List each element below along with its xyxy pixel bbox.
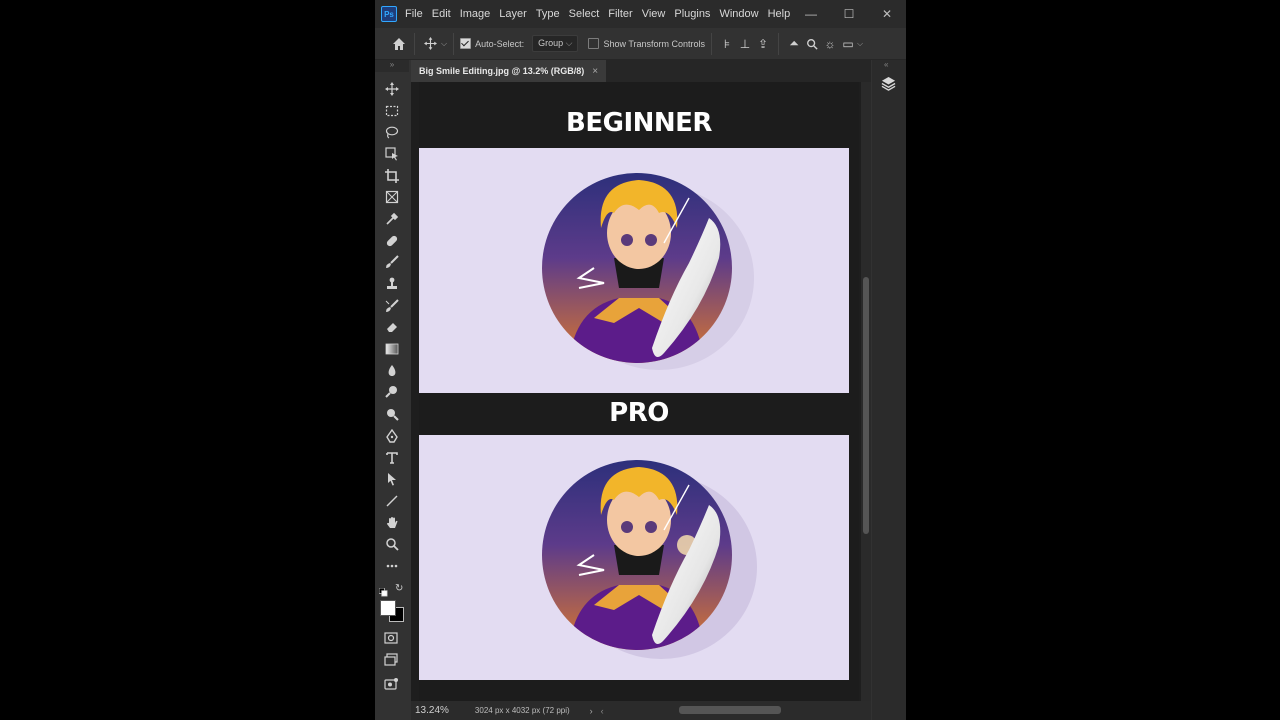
collapse-panels-icon[interactable]: «: [884, 60, 888, 69]
marquee-tool-icon[interactable]: [379, 100, 405, 122]
share-icon[interactable]: ⇪: [754, 35, 772, 53]
show-transform-checkbox[interactable]: [588, 38, 600, 49]
line-tool-icon[interactable]: [379, 490, 405, 512]
photoshop-window: Ps File Edit Image Layer Type Select Fil…: [375, 0, 906, 720]
document-dimensions: 3024 px x 4032 px (72 ppi): [474, 706, 570, 715]
pro-sticker-panel: [419, 435, 849, 680]
menu-filter[interactable]: Filter: [608, 8, 632, 20]
show-transform-label: Show Transform Controls: [603, 38, 706, 49]
scroll-left-icon[interactable]: ‹: [601, 706, 604, 716]
tab-title: Big Smile Editing.jpg @ 13.2% (RGB/8): [419, 66, 585, 76]
align-icon[interactable]: ⊧: [718, 35, 736, 53]
gradient-tool-icon[interactable]: [379, 338, 405, 360]
window-controls: — ☐ ✕: [792, 0, 906, 28]
group-select-value: Group: [538, 38, 564, 48]
beginner-sticker-panel: [419, 148, 849, 393]
menu-layer[interactable]: Layer: [499, 8, 527, 20]
distribute-icon[interactable]: ⊥: [736, 35, 754, 53]
object-select-tool-icon[interactable]: [379, 143, 405, 165]
more-tools-icon[interactable]: [379, 555, 405, 577]
path-select-tool-icon[interactable]: [379, 468, 405, 490]
maximize-button[interactable]: ☐: [830, 7, 868, 21]
menu-view[interactable]: View: [642, 8, 666, 20]
pen-tool-icon[interactable]: [379, 425, 405, 447]
default-colors-icon[interactable]: [378, 584, 388, 597]
status-menu-arrow-icon[interactable]: ›: [590, 706, 593, 716]
chevron-down-icon[interactable]: ⌵: [857, 39, 863, 49]
document-canvas[interactable]: BEGINNER PRO: [419, 82, 859, 701]
blur-tool-icon[interactable]: [379, 360, 405, 382]
menu-image[interactable]: Image: [460, 8, 491, 20]
3d-mode-icon[interactable]: ⏶: [785, 35, 803, 53]
share-image-icon[interactable]: [384, 677, 398, 696]
menu-plugins[interactable]: Plugins: [674, 8, 710, 20]
screen-mode-icon[interactable]: [384, 653, 398, 672]
lasso-tool-icon[interactable]: [379, 121, 405, 143]
eyedropper-tool-icon[interactable]: [379, 208, 405, 230]
layers-panel-icon[interactable]: [881, 76, 896, 96]
toolbar-collapse-handle[interactable]: »: [375, 60, 409, 72]
vertical-scrollbar[interactable]: [861, 82, 871, 701]
canvas-area[interactable]: BEGINNER PRO: [411, 82, 861, 701]
crop-tool-icon[interactable]: [379, 165, 405, 187]
eraser-tool-icon[interactable]: [379, 317, 405, 339]
auto-select-target-select[interactable]: Group ⌵: [532, 35, 579, 52]
type-tool-icon[interactable]: [379, 447, 405, 469]
menu-help[interactable]: Help: [768, 8, 791, 20]
toolbar: [379, 78, 405, 577]
foreground-color-swatch[interactable]: [380, 600, 396, 616]
chevron-down-icon[interactable]: ⌵: [441, 39, 447, 49]
tab-big-smile-editing[interactable]: Big Smile Editing.jpg @ 13.2% (RGB/8) ×: [411, 60, 607, 82]
minimize-button[interactable]: —: [792, 7, 830, 21]
beginner-sticker-image: [542, 173, 754, 370]
divider: [711, 32, 713, 55]
menu-type[interactable]: Type: [536, 8, 560, 20]
quick-mask-icon[interactable]: [384, 631, 398, 650]
move-tool-icon[interactable]: [379, 78, 405, 100]
auto-select-checkbox[interactable]: [460, 38, 472, 49]
divider: [414, 32, 415, 55]
home-icon[interactable]: [390, 35, 408, 53]
zoom-level[interactable]: 13.24%: [415, 705, 449, 716]
brush-tool-icon[interactable]: [379, 252, 405, 274]
frame-tool-icon[interactable]: [379, 186, 405, 208]
hand-tool-icon[interactable]: [379, 512, 405, 534]
menu-window[interactable]: Window: [719, 8, 758, 20]
auto-select-label: Auto-Select:: [475, 38, 525, 49]
divider: [453, 32, 455, 55]
zoom-tool-icon[interactable]: [379, 533, 405, 555]
photoshop-logo-icon: Ps: [381, 6, 397, 22]
horizontal-scroll-thumb[interactable]: [679, 706, 781, 714]
workspace-icon[interactable]: ▭: [839, 35, 857, 53]
close-tab-icon[interactable]: ×: [592, 66, 598, 77]
dodge-tool-icon[interactable]: [379, 382, 405, 404]
right-panel-dock: «: [872, 60, 906, 720]
pro-sticker-image: [542, 460, 757, 659]
clone-stamp-tool-icon[interactable]: [379, 273, 405, 295]
menu-select[interactable]: Select: [569, 8, 600, 20]
vertical-scroll-thumb[interactable]: [863, 277, 869, 534]
menu-bar: Ps File Edit Image Layer Type Select Fil…: [375, 0, 906, 28]
zoom-lens-icon[interactable]: [379, 403, 405, 425]
status-bar: 13.24% 3024 px x 4032 px (72 ppi) › ‹: [411, 701, 871, 720]
beginner-heading: BEGINNER: [566, 108, 712, 138]
swap-colors-icon[interactable]: ↻: [395, 583, 403, 594]
document-tab-strip: Big Smile Editing.jpg @ 13.2% (RGB/8) ×: [411, 60, 871, 82]
options-bar: ⌵ Auto-Select: Group ⌵ Show Transform Co…: [375, 28, 906, 60]
close-window-button[interactable]: ✕: [868, 7, 906, 21]
move-tool-preset-icon[interactable]: [421, 35, 439, 53]
healing-brush-tool-icon[interactable]: [379, 230, 405, 252]
lightbulb-icon[interactable]: ☼: [821, 35, 839, 53]
divider: [778, 32, 780, 55]
menu-edit[interactable]: Edit: [432, 8, 451, 20]
search-icon[interactable]: [803, 35, 821, 53]
history-brush-tool-icon[interactable]: [379, 295, 405, 317]
menu-file[interactable]: File: [405, 8, 423, 20]
pro-heading: PRO: [609, 398, 669, 428]
